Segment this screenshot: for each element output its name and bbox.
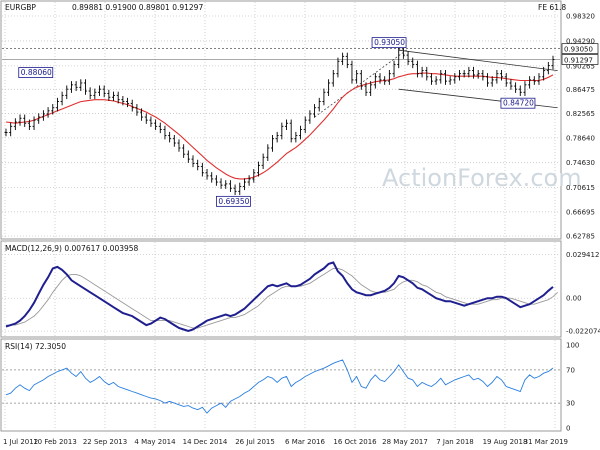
x-tick-label: 28 May 2017 <box>382 438 428 446</box>
annotation-label: 0.84720 <box>503 99 534 108</box>
annotation-label: 0.93050 <box>374 38 405 47</box>
x-tick-label: 7 Jan 2018 <box>436 438 474 446</box>
macd-y-tick-label: -0.022074 <box>566 328 600 336</box>
rsi-y-tick-label: 0 <box>566 425 570 433</box>
annotation-label: 0.88060 <box>21 68 52 77</box>
price-y-tick-label: 0.70615 <box>566 184 595 192</box>
macd-y-tick-label: 0.00 <box>566 295 582 303</box>
fe-label: FE 61.8 <box>538 3 566 12</box>
x-tick-label: 14 Dec 2014 <box>183 438 228 446</box>
x-tick-label: 31 Mar 2019 <box>524 438 568 446</box>
price-y-tick-label: 0.78640 <box>566 134 595 142</box>
x-tick-label: 10 Feb 2013 <box>33 438 77 446</box>
x-tick-label: 4 May 2014 <box>134 438 176 446</box>
annotation-label: 0.69350 <box>218 197 249 206</box>
rsi-label: RSI(14) 72.3050 <box>5 342 66 351</box>
x-tick-label: 6 Mar 2016 <box>285 438 325 446</box>
price-y-tick-label: 0.82565 <box>566 110 595 118</box>
price-y-tick-label: 0.66695 <box>566 208 595 216</box>
quote-label: 0.89881 0.91900 0.89801 0.91297 <box>72 3 203 12</box>
current-price-tag: 0.91297 <box>564 56 593 64</box>
symbol-label: EURGBP <box>5 3 36 12</box>
x-tick-label: 26 Jul 2015 <box>235 438 275 446</box>
price-y-tick-label: 0.62785 <box>566 233 595 241</box>
price-panel-frame <box>0 0 562 240</box>
rsi-y-tick-label: 100 <box>566 342 579 350</box>
price-y-tick-label: 0.86475 <box>566 86 595 94</box>
price-y-tick-label: 0.98320 <box>566 13 595 21</box>
rsi-y-tick-label: 30 <box>566 400 575 408</box>
x-tick-label: 16 Oct 2016 <box>333 438 377 446</box>
x-tick-label: 22 Sep 2013 <box>83 438 127 446</box>
rsi-panel-frame <box>0 338 562 432</box>
rsi-y-tick-label: 70 <box>566 366 575 374</box>
macd-y-tick-label: 0.029412 <box>566 251 599 259</box>
chart-container: ActionForex.com EURGBP 0.89881 0.91900 0… <box>0 0 600 450</box>
chart-svg: ActionForex.com EURGBP 0.89881 0.91900 0… <box>0 0 600 446</box>
price-y-tick-label: 0.74630 <box>566 159 595 167</box>
x-tick-label: 19 Aug 2018 <box>483 438 528 446</box>
resistance-price-tag: 0.93050 <box>564 46 593 54</box>
macd-label: MACD(12,26,9) 0.007617 0.003958 <box>5 244 139 253</box>
